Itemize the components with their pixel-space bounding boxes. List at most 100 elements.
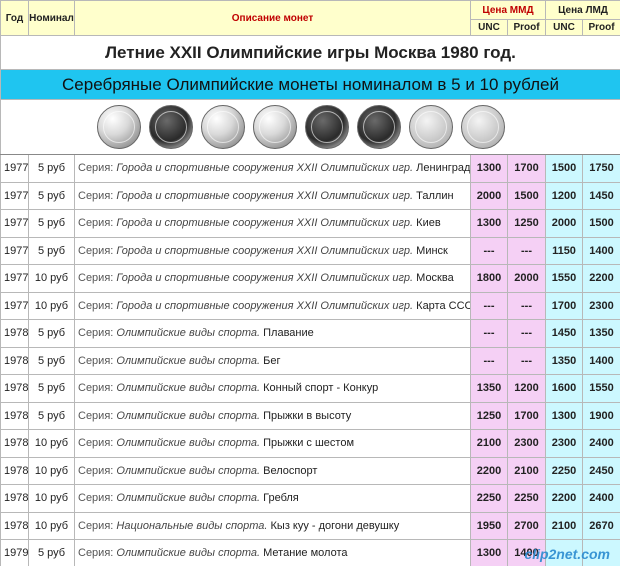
row-year: 1977	[0, 264, 29, 293]
series-prefix: Серия:	[78, 327, 117, 340]
table-row: 1977 5 руб Серия: Города и спортивные соор…	[0, 236, 620, 265]
price-lmd-unc: 1350	[545, 346, 583, 375]
series-prefix: Серия:	[78, 437, 117, 450]
row-nominal: 5 руб	[28, 539, 75, 566]
coin-images-strip	[0, 99, 620, 155]
row-description: Серия: Олимпийские виды спорта. Прыжки в…	[74, 401, 471, 430]
price-mmd-proof: 2250	[507, 484, 546, 513]
series-prefix: Серия:	[78, 189, 117, 202]
row-description: Серия: Олимпийские виды спорта. Плавание	[74, 319, 471, 348]
series-name: Олимпийские виды спорта.	[116, 354, 264, 367]
price-mmd-proof: 1500	[507, 181, 546, 210]
price-mmd-unc: 1800	[470, 264, 508, 293]
coin-name: Минск	[416, 244, 448, 257]
price-lmd-unc: 1500	[545, 154, 583, 183]
row-year: 1977	[0, 181, 29, 210]
row-nominal: 5 руб	[28, 181, 75, 210]
header-mmd-unc: UNC	[470, 19, 508, 36]
coin-price-table: Год Номинал Описание монет Цена ММД Цена…	[0, 0, 620, 566]
coin-image	[253, 105, 297, 149]
table-row: 1978 10 руб Серия: Национальные виды спорт…	[0, 511, 620, 540]
series-prefix: Серия:	[78, 547, 117, 560]
price-lmd-proof: 2400	[582, 429, 620, 458]
coin-name: Таллин	[416, 189, 454, 202]
coin-name: Плавание	[263, 327, 314, 340]
row-nominal: 10 руб	[28, 264, 75, 293]
header-description: Описание монет	[74, 0, 471, 36]
coin-image	[149, 105, 193, 149]
price-mmd-proof: 2700	[507, 511, 546, 540]
page-subtitle: Серебряные Олимпийские монеты номиналом …	[0, 69, 620, 100]
row-year: 1978	[0, 319, 29, 348]
series-prefix: Серия:	[78, 162, 117, 175]
table-row: 1977 5 руб Серия: Города и спортивные соор…	[0, 154, 620, 183]
series-prefix: Серия:	[78, 382, 117, 395]
price-mmd-proof: ---	[507, 291, 546, 320]
series-name: Города и спортивные сооружения XXII Олим…	[116, 244, 417, 257]
price-mmd-unc: 1300	[470, 154, 508, 183]
coin-image	[305, 105, 349, 149]
row-nominal: 5 руб	[28, 346, 75, 375]
series-prefix: Серия:	[78, 464, 117, 477]
row-description: Серия: Города и спортивные сооружения XX…	[74, 181, 471, 210]
price-mmd-unc: 2100	[470, 429, 508, 458]
row-year: 1978	[0, 346, 29, 375]
watermark-logo: clip2net.com	[524, 546, 610, 562]
table-row: 1978 5 руб Серия: Олимпийские виды спорта.…	[0, 401, 620, 430]
price-lmd-unc: 2100	[545, 511, 583, 540]
series-prefix: Серия:	[78, 244, 117, 257]
coin-name: Конный спорт - Конкур	[263, 382, 379, 395]
series-name: Олимпийские виды спорта.	[116, 547, 264, 560]
table-row: 1978 10 руб Серия: Олимпийские виды спорта…	[0, 484, 620, 513]
price-mmd-unc: 2200	[470, 456, 508, 485]
series-name: Олимпийские виды спорта.	[116, 409, 264, 422]
row-year: 1978	[0, 456, 29, 485]
row-year: 1978	[0, 511, 29, 540]
price-lmd-unc: 1550	[545, 264, 583, 293]
series-prefix: Серия:	[78, 354, 117, 367]
price-lmd-unc: 1700	[545, 291, 583, 320]
row-nominal: 5 руб	[28, 401, 75, 430]
price-lmd-proof: 1350	[582, 319, 620, 348]
row-description: Серия: Города и спортивные сооружения XX…	[74, 264, 471, 293]
price-lmd-unc: 1600	[545, 374, 583, 403]
price-mmd-unc: 1250	[470, 401, 508, 430]
row-nominal: 10 руб	[28, 429, 75, 458]
price-lmd-unc: 2250	[545, 456, 583, 485]
price-mmd-proof: 2000	[507, 264, 546, 293]
header-mmd-price: Цена ММД	[470, 0, 546, 20]
series-name: Города и спортивные сооружения XXII Олим…	[116, 162, 417, 175]
table-row: 1978 10 руб Серия: Олимпийские виды спорта…	[0, 456, 620, 485]
series-prefix: Серия:	[78, 299, 117, 312]
price-mmd-proof: ---	[507, 319, 546, 348]
coin-image	[409, 105, 453, 149]
header-nominal: Номинал	[28, 0, 75, 36]
price-mmd-proof: ---	[507, 236, 546, 265]
page-title: Летние XXII Олимпийские игры Москва 1980…	[0, 35, 620, 70]
price-mmd-unc: 2000	[470, 181, 508, 210]
price-lmd-proof: 2670	[582, 511, 620, 540]
header-lmd-price: Цена ЛМД	[545, 0, 620, 20]
row-year: 1978	[0, 429, 29, 458]
row-nominal: 5 руб	[28, 319, 75, 348]
price-lmd-proof: 1500	[582, 209, 620, 238]
series-prefix: Серия:	[78, 272, 117, 285]
row-year: 1977	[0, 209, 29, 238]
price-lmd-unc: 1450	[545, 319, 583, 348]
coin-name: Москва	[416, 272, 454, 285]
row-nominal: 10 руб	[28, 484, 75, 513]
price-mmd-unc: ---	[470, 319, 508, 348]
row-year: 1977	[0, 154, 29, 183]
price-lmd-proof: 2450	[582, 456, 620, 485]
row-description: Серия: Олимпийские виды спорта. Бег	[74, 346, 471, 375]
price-mmd-unc: ---	[470, 236, 508, 265]
price-mmd-proof: 1700	[507, 401, 546, 430]
price-lmd-proof: 1550	[582, 374, 620, 403]
series-name: Национальные виды спорта.	[116, 519, 271, 532]
table-row: 1977 5 руб Серия: Города и спортивные соор…	[0, 181, 620, 210]
coin-name: Прыжки с шестом	[263, 437, 355, 450]
price-mmd-proof: ---	[507, 346, 546, 375]
coin-image	[97, 105, 141, 149]
coin-name: Бег	[263, 354, 281, 367]
row-nominal: 10 руб	[28, 456, 75, 485]
